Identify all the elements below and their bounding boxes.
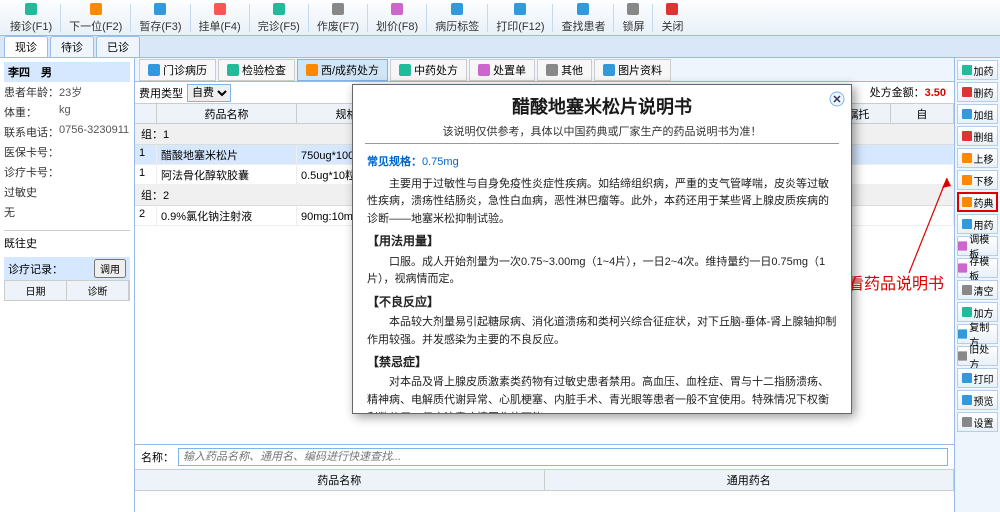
subtab-中药处方[interactable]: 中药处方 [390, 59, 467, 81]
tab-待诊[interactable]: 待诊 [50, 36, 94, 57]
subtab-处置单[interactable]: 处置单 [469, 59, 535, 81]
toolbar-7[interactable]: 病历标签 [429, 0, 485, 35]
action-删药[interactable]: 删药 [957, 82, 998, 102]
section-usage: 【用法用量】 [367, 232, 837, 251]
subtab-其他[interactable]: 其他 [537, 59, 592, 81]
toolbar-10[interactable]: 锁屏 [616, 0, 650, 35]
action-设置[interactable]: 设置 [957, 412, 998, 432]
toolbar-8[interactable]: 打印(F12) [490, 0, 550, 35]
drug-search-panel: 名称： 药品名称通用药名 [135, 444, 954, 512]
subtab-图片资料[interactable]: 图片资料 [594, 59, 671, 81]
action-打印[interactable]: 打印 [957, 368, 998, 388]
action-加药[interactable]: 加药 [957, 60, 998, 80]
close-icon[interactable] [829, 91, 845, 107]
amount-label: 处方金额： [870, 87, 925, 99]
action-下移[interactable]: 下移 [957, 170, 998, 190]
consult-tabs: 现诊待诊已诊 [0, 36, 1000, 58]
toolbar-3[interactable]: 挂单(F4) [193, 0, 247, 35]
fee-type-select[interactable]: 自费 [187, 84, 231, 102]
drug-manual-dialog: 醋酸地塞米松片说明书 该说明仅供参考，具体以中国药典或厂家生产的药品说明书为准！… [352, 84, 852, 414]
patient-sex: 男 [41, 67, 52, 79]
spec-value: 0.75mg [422, 156, 459, 168]
toolbar-2[interactable]: 暂存(F3) [133, 0, 187, 35]
action-预览[interactable]: 预览 [957, 390, 998, 410]
tab-已诊[interactable]: 已诊 [96, 36, 140, 57]
record-tabs: 门诊病历检验检查西/成药处方中药处方处置单其他图片资料 [135, 58, 954, 82]
subtab-检验检查[interactable]: 检验检查 [218, 59, 295, 81]
toolbar-0[interactable]: 接诊(F1) [4, 0, 58, 35]
toolbar-1[interactable]: 下一位(F2) [63, 0, 128, 35]
main-toolbar: 接诊(F1)下一位(F2)暂存(F3)挂单(F4)完诊(F5)作废(F7)划价(… [0, 0, 1000, 36]
patient-panel: 李四 男 患者年龄：23岁体重：kg联系电话：0756-3230911医保卡号：… [0, 58, 135, 512]
toolbar-6[interactable]: 划价(F8) [370, 0, 424, 35]
manual-title: 醋酸地塞米松片说明书 [365, 93, 839, 119]
manual-body[interactable]: 常见规格：0.75mg 主要用于过敏性与自身免疫性炎症性疾病。如结缔组织病，严重… [353, 148, 851, 413]
annotation-arrow [909, 178, 910, 273]
action-旧处方[interactable]: 旧处方 [957, 346, 998, 366]
toolbar-9[interactable]: 查找患者 [555, 0, 611, 35]
action-sidebar: 加药删药加组删组上移下移药典用药调模板存模板清空加方复制方旧处方打印预览设置 [954, 58, 1000, 512]
action-上移[interactable]: 上移 [957, 148, 998, 168]
fee-type-label: 费用类型 [139, 85, 183, 101]
diag-label: 诊疗记录： [8, 261, 63, 277]
action-加组[interactable]: 加组 [957, 104, 998, 124]
action-存模板[interactable]: 存模板 [957, 258, 998, 278]
subtab-门诊病历[interactable]: 门诊病历 [139, 59, 216, 81]
manual-subtitle: 该说明仅供参考，具体以中国药典或厂家生产的药品说明书为准！ [365, 119, 839, 144]
section-contra: 【禁忌症】 [367, 353, 837, 372]
action-删组[interactable]: 删组 [957, 126, 998, 146]
history-label: 既往史 [4, 230, 130, 251]
tab-现诊[interactable]: 现诊 [4, 36, 48, 57]
toolbar-11[interactable]: 关闭 [655, 0, 689, 35]
spec-label: 常见规格： [367, 156, 422, 168]
subtab-西/成药处方[interactable]: 西/成药处方 [297, 59, 388, 81]
action-清空[interactable]: 清空 [957, 280, 998, 300]
drug-search-input[interactable] [178, 448, 948, 466]
toolbar-5[interactable]: 作废(F7) [311, 0, 365, 35]
action-药典[interactable]: 药典 [957, 192, 998, 212]
toolbar-4[interactable]: 完诊(F5) [252, 0, 306, 35]
invoke-button[interactable]: 调用 [94, 259, 126, 278]
manual-intro: 主要用于过敏性与自身免疫性炎症性疾病。如结缔组织病，严重的支气管哮喘，皮炎等过敏… [367, 176, 837, 229]
patient-name: 李四 [8, 67, 30, 79]
search-name-label: 名称： [141, 449, 174, 465]
amount-value: 3.50 [925, 87, 946, 99]
section-adverse: 【不良反应】 [367, 293, 837, 312]
